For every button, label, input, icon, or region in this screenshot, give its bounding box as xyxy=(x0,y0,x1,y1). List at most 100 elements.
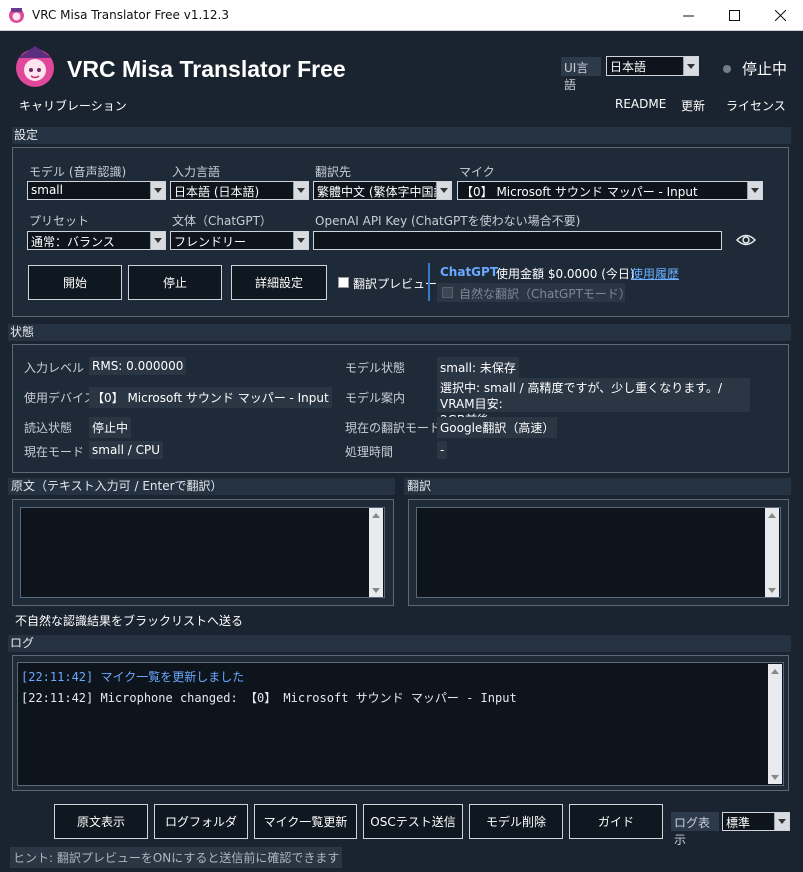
chatgpt-label: ChatGPT xyxy=(440,265,499,279)
processing-time-value: - xyxy=(437,441,448,459)
scroll-up-icon[interactable] xyxy=(369,508,383,522)
target-language-value: 繁體中文 (繁体字中国語) xyxy=(317,185,451,199)
hint-text: ヒント: 翻訳プレビューをONにすると送信前に確認できます xyxy=(10,847,343,868)
chevron-down-icon xyxy=(774,813,789,830)
model-select[interactable]: small xyxy=(27,181,166,200)
readme-menu[interactable]: README xyxy=(615,97,666,111)
translation-scrollbar[interactable] xyxy=(765,508,779,597)
close-icon xyxy=(774,10,786,21)
refresh-mics-button[interactable]: マイク一覧更新 xyxy=(254,804,357,839)
mic-value: 【0】 Microsoft サウンド マッパー - Input xyxy=(461,185,698,199)
calibration-menu[interactable]: キャリブレーション xyxy=(19,97,127,114)
logo-icon xyxy=(16,46,54,87)
show-source-button[interactable]: 原文表示 xyxy=(54,804,148,839)
start-button[interactable]: 開始 xyxy=(28,265,122,300)
mode-label: 現在モード xyxy=(24,445,85,459)
mode-value: small / CPU xyxy=(89,441,164,459)
device-label: 使用デバイス xyxy=(24,391,96,405)
minimize-icon xyxy=(682,15,694,17)
translation-text-output[interactable] xyxy=(416,507,781,598)
source-text-title: 原文（テキスト入力可 / Enterで翻訳） xyxy=(8,478,395,495)
source-scrollbar[interactable] xyxy=(369,508,383,597)
log-view-label: ログ表示 xyxy=(671,812,719,847)
translation-mode-label: 現在の翻訳モード xyxy=(345,421,442,435)
preset-label: プリセット xyxy=(29,214,90,228)
read-state-value: 停止中 xyxy=(89,417,132,438)
translation-text-title: 翻訳 xyxy=(404,478,791,495)
chatgpt-divider xyxy=(428,263,430,301)
device-value: 【0】 Microsoft サウンド マッパー - Input xyxy=(89,387,332,408)
update-menu[interactable]: 更新 xyxy=(681,97,705,114)
usage-history-link[interactable]: 使用履歴 xyxy=(631,265,679,282)
detail-settings-button[interactable]: 詳細設定 xyxy=(231,265,327,300)
log-view-select[interactable]: 標準 xyxy=(722,812,790,831)
mic-select[interactable]: 【0】 Microsoft サウンド マッパー - Input xyxy=(457,181,763,200)
window-title: VRC Misa Translator Free v1.12.3 xyxy=(32,8,229,22)
usage-amount: 使用金額 $0.0000 (今日) xyxy=(496,267,635,281)
chevron-down-icon xyxy=(293,232,308,249)
title-bar: VRC Misa Translator Free v1.12.3 xyxy=(0,0,803,31)
log-folder-button[interactable]: ログフォルダ xyxy=(154,804,248,839)
ui-language-value: 日本語 xyxy=(610,60,647,74)
scroll-up-icon[interactable] xyxy=(765,508,779,522)
input-level-label: 入力レベル xyxy=(24,361,85,375)
chevron-down-icon xyxy=(683,57,698,75)
log-section-title: ログ xyxy=(8,635,791,652)
chevron-down-icon xyxy=(436,182,451,199)
processing-time-label: 処理時間 xyxy=(345,445,394,459)
api-key-label: OpenAI API Key (ChatGPTを使わない場合不要) xyxy=(315,214,581,228)
model-state-value: small: 未保存 xyxy=(437,357,519,378)
stop-button[interactable]: 停止 xyxy=(128,265,222,300)
osc-test-button[interactable]: OSCテスト送信 xyxy=(363,804,463,839)
natural-translation-label: 自然な翻訳（ChatGPTモード） xyxy=(459,287,631,301)
style-value: フレンドリー xyxy=(174,235,247,249)
preset-value: 通常：バランス xyxy=(31,235,115,249)
log-line-2: [22:11:42] Microphone changed: 【0】 Micro… xyxy=(21,691,517,705)
preview-checkbox[interactable] xyxy=(338,277,349,288)
target-language-label: 翻訳先 xyxy=(315,165,352,179)
model-value: small xyxy=(31,183,63,197)
natural-translation-checkbox[interactable] xyxy=(442,287,453,298)
log-scrollbar[interactable] xyxy=(768,664,782,784)
chevron-down-icon xyxy=(150,232,165,249)
style-label: 文体（ChatGPT） xyxy=(172,214,272,228)
model-guide-label: モデル案内 xyxy=(345,391,406,405)
model-label: モデル (音声認識) xyxy=(29,165,127,179)
preview-label: 翻訳プレビュー xyxy=(353,277,438,291)
settings-section-title: 設定 xyxy=(12,127,791,144)
license-menu[interactable]: ライセンス xyxy=(726,97,786,114)
chevron-down-icon xyxy=(293,182,308,199)
preset-select[interactable]: 通常：バランス xyxy=(27,231,166,250)
app-title: VRC Misa Translator Free xyxy=(67,56,346,82)
ui-language-label: UI言語 xyxy=(561,57,601,92)
chevron-down-icon xyxy=(150,182,165,199)
log-view-value: 標準 xyxy=(726,816,751,830)
ui-language-select[interactable]: 日本語 xyxy=(606,56,699,76)
maximize-button[interactable] xyxy=(711,0,757,31)
app-icon xyxy=(9,8,24,23)
scroll-down-icon[interactable] xyxy=(765,583,779,597)
scroll-down-icon[interactable] xyxy=(369,583,383,597)
read-state-label: 読込状態 xyxy=(24,421,73,435)
input-level-value: RMS: 0.000000 xyxy=(89,357,187,375)
status-indicator-icon xyxy=(723,65,731,73)
close-button[interactable] xyxy=(757,0,803,31)
delete-model-button[interactable]: モデル削除 xyxy=(469,804,563,839)
chevron-down-icon xyxy=(747,182,762,199)
style-select[interactable]: フレンドリー xyxy=(170,231,309,250)
input-language-select[interactable]: 日本語 (日本語) xyxy=(170,181,309,200)
blacklist-link[interactable]: 不自然な認識結果をブラックリストへ送る xyxy=(15,612,243,629)
mic-label: マイク xyxy=(459,165,495,179)
model-guide-value: 選択中: small / 高精度ですが、少し重くなります。/ VRAM目安: 2… xyxy=(437,378,750,427)
target-language-select[interactable]: 繁體中文 (繁体字中国語) xyxy=(313,181,452,200)
guide-button[interactable]: ガイド xyxy=(569,804,663,839)
scroll-down-icon[interactable] xyxy=(768,770,782,784)
scroll-up-icon[interactable] xyxy=(768,664,782,678)
source-text-input[interactable] xyxy=(20,507,385,598)
api-key-input[interactable] xyxy=(313,231,722,250)
status-section-title: 状態 xyxy=(8,324,791,341)
minimize-button[interactable] xyxy=(665,0,711,31)
log-line-1: [22:11:42] マイク一覧を更新しました xyxy=(21,670,245,684)
eye-icon[interactable] xyxy=(736,233,756,247)
run-status: 停止中 xyxy=(742,60,788,78)
